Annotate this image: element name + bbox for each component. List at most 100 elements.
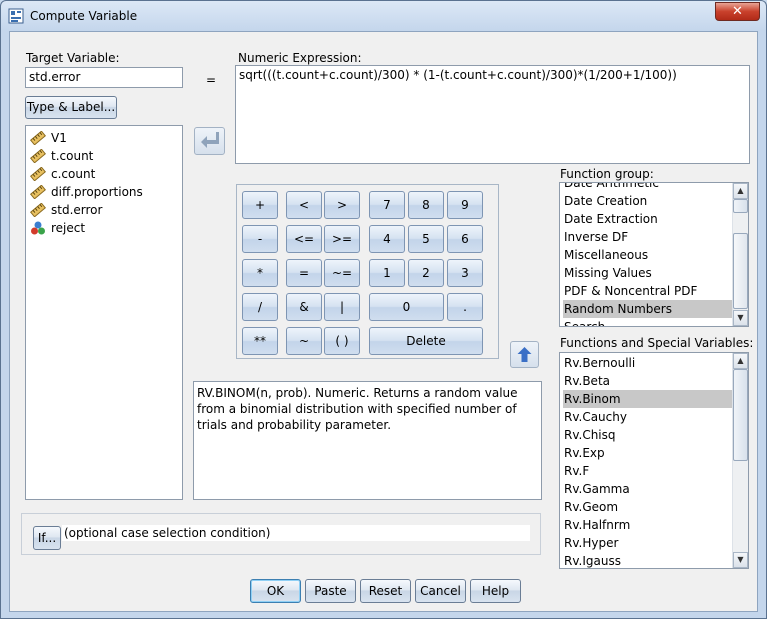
function-item[interactable]: Rv.Geom — [563, 498, 732, 516]
variable-item[interactable]: t.count — [30, 147, 93, 165]
reset-button[interactable]: Reset — [360, 579, 411, 603]
numeric-expression-label: Numeric Expression: — [238, 51, 362, 65]
key-multiply[interactable]: * — [242, 259, 278, 287]
function-group-item[interactable]: PDF & Noncentral PDF — [563, 282, 732, 300]
scroll-up-icon[interactable]: ▲ — [733, 353, 748, 369]
ruler-icon — [30, 149, 46, 163]
function-group-item[interactable]: Miscellaneous — [563, 246, 732, 264]
key-divide[interactable]: / — [242, 293, 278, 321]
variable-item[interactable]: diff.proportions — [30, 183, 143, 201]
function-group-list[interactable]: Date Arithmetic Date Creation Date Extra… — [559, 182, 749, 327]
function-group-item[interactable]: Search — [563, 318, 732, 326]
function-item[interactable]: Rv.Bernoulli — [563, 354, 732, 372]
key-equals[interactable]: = — [286, 259, 322, 287]
function-description: RV.BINOM(n, prob). Numeric. Returns a ra… — [193, 381, 542, 500]
ok-button[interactable]: OK — [250, 579, 301, 603]
paste-button[interactable]: Paste — [305, 579, 356, 603]
function-item[interactable]: Rv.Halfnrm — [563, 516, 732, 534]
function-group-item[interactable]: Date Creation — [563, 192, 732, 210]
function-item[interactable]: Rv.Exp — [563, 444, 732, 462]
variable-item[interactable]: c.count — [30, 165, 95, 183]
function-item[interactable]: Rv.Beta — [563, 372, 732, 390]
equals-sign: = — [206, 73, 217, 87]
key-and[interactable]: & — [286, 293, 322, 321]
if-button[interactable]: If... — [33, 526, 61, 550]
variable-name: reject — [51, 221, 86, 235]
type-label-button[interactable]: Type & Label... — [25, 96, 117, 119]
key-8[interactable]: 8 — [408, 191, 444, 219]
key-3[interactable]: 3 — [447, 259, 483, 287]
scroll-thumb[interactable] — [733, 369, 748, 461]
function-item[interactable]: Rv.Cauchy — [563, 408, 732, 426]
help-button[interactable]: Help — [470, 579, 521, 603]
app-icon — [8, 8, 24, 24]
function-group-scrollbar[interactable]: ▲ ▼ — [732, 183, 748, 326]
ruler-icon — [30, 203, 46, 217]
key-5[interactable]: 5 — [408, 225, 444, 253]
key-2[interactable]: 2 — [408, 259, 444, 287]
scroll-up-icon[interactable]: ▲ — [733, 183, 748, 199]
key-not-equal[interactable]: ~= — [324, 259, 360, 287]
scroll-thumb[interactable] — [733, 199, 748, 213]
scroll-down-icon[interactable]: ▼ — [733, 310, 748, 326]
key-less-than[interactable]: < — [286, 191, 322, 219]
key-plus[interactable]: + — [242, 191, 278, 219]
function-item[interactable]: Rv.Gamma — [563, 480, 732, 498]
variable-item[interactable]: std.error — [30, 201, 102, 219]
function-group-item-selected[interactable]: Random Numbers — [563, 300, 732, 318]
function-group-item[interactable]: Missing Values — [563, 264, 732, 282]
target-variable-input[interactable]: std.error — [25, 67, 183, 88]
key-1[interactable]: 1 — [369, 259, 405, 287]
window-title: Compute Variable — [30, 9, 138, 23]
if-condition-text: (optional case selection condition) — [62, 525, 530, 541]
key-7[interactable]: 7 — [369, 191, 405, 219]
function-item[interactable]: Rv.Igauss — [563, 552, 732, 568]
functions-scrollbar[interactable]: ▲ ▼ — [732, 353, 748, 568]
scroll-track[interactable] — [733, 233, 748, 309]
up-arrow-icon — [517, 347, 532, 362]
key-0[interactable]: 0 — [369, 293, 444, 321]
cancel-button[interactable]: Cancel — [415, 579, 466, 603]
key-decimal[interactable]: . — [447, 293, 483, 321]
function-item[interactable]: Rv.Chisq — [563, 426, 732, 444]
dialog-body: Target Variable: std.error Type & Label.… — [9, 31, 758, 612]
variable-name: V1 — [51, 131, 67, 145]
function-item[interactable]: Rv.Hyper — [563, 534, 732, 552]
variable-item[interactable]: reject — [30, 219, 85, 237]
scroll-down-icon[interactable]: ▼ — [733, 552, 748, 568]
close-button[interactable]: ✕ — [715, 2, 760, 21]
key-6[interactable]: 6 — [447, 225, 483, 253]
key-greater-than[interactable]: > — [324, 191, 360, 219]
variable-name: diff.proportions — [51, 185, 143, 199]
calculator-keypad: + < > 7 8 9 - <= >= 4 5 6 * = ~= 1 2 3 /… — [236, 184, 499, 359]
key-parentheses[interactable]: ( ) — [324, 327, 360, 355]
target-variable-label: Target Variable: — [26, 51, 120, 65]
ruler-icon — [30, 167, 46, 181]
key-delete[interactable]: Delete — [369, 327, 483, 355]
ruler-icon — [30, 131, 46, 145]
functions-list[interactable]: Rv.Bernoulli Rv.Beta Rv.Binom Rv.Cauchy … — [559, 352, 749, 569]
function-group-item[interactable]: Date Extraction — [563, 210, 732, 228]
key-minus[interactable]: - — [242, 225, 278, 253]
if-condition-panel: If... (optional case selection condition… — [21, 513, 541, 555]
key-9[interactable]: 9 — [447, 191, 483, 219]
function-group-item[interactable]: Inverse DF — [563, 228, 732, 246]
key-or[interactable]: | — [324, 293, 360, 321]
compute-variable-dialog: Compute Variable ✕ Target Variable: std.… — [0, 0, 767, 619]
variable-item[interactable]: V1 — [30, 129, 67, 147]
function-item[interactable]: Rv.F — [563, 462, 732, 480]
key-less-equal[interactable]: <= — [286, 225, 322, 253]
function-item-selected[interactable]: Rv.Binom — [563, 390, 732, 408]
numeric-expression-input[interactable]: sqrt(((t.count+c.count)/300) * (1-(t.cou… — [235, 65, 750, 164]
key-not[interactable]: ~ — [286, 327, 322, 355]
key-power[interactable]: ** — [242, 327, 278, 355]
title-bar: Compute Variable ✕ — [1, 1, 766, 31]
functions-label: Functions and Special Variables: — [560, 336, 754, 350]
insert-function-button[interactable] — [510, 341, 539, 368]
variable-list[interactable]: V1 t.count c.count diff.proportions std.… — [25, 125, 183, 500]
variable-name: c.count — [51, 167, 96, 181]
move-to-expression-button[interactable] — [194, 127, 225, 155]
key-greater-equal[interactable]: >= — [324, 225, 360, 253]
function-group-item[interactable]: Date Arithmetic — [563, 183, 732, 192]
key-4[interactable]: 4 — [369, 225, 405, 253]
